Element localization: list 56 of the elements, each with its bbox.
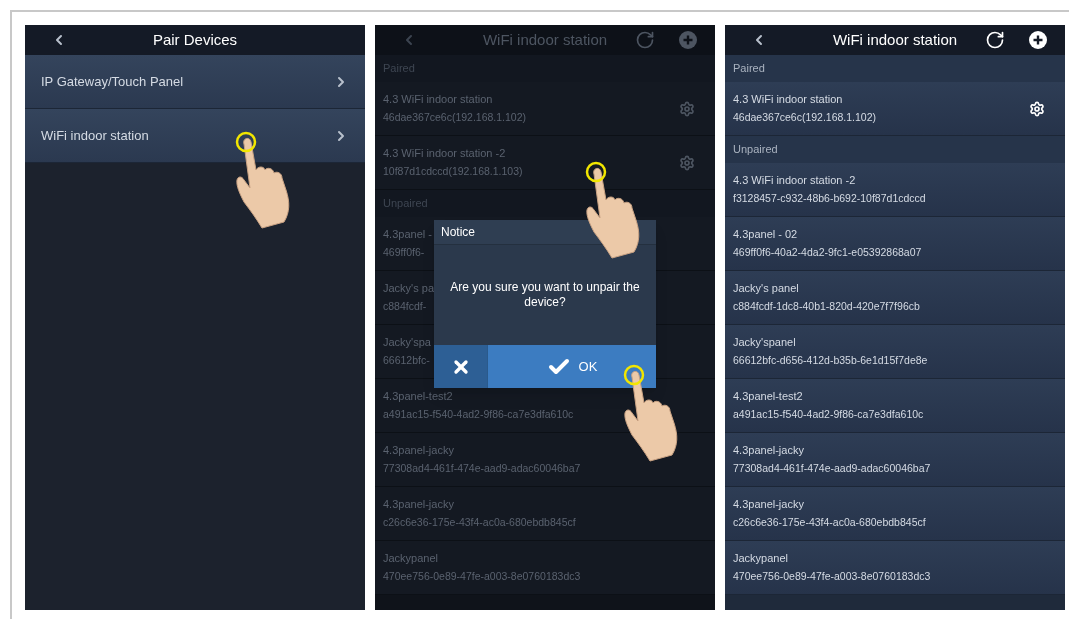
device-name: Jackypanel — [383, 552, 440, 565]
screen-title: Pair Devices — [152, 29, 238, 50]
device-id: a491ac15-f540-4ad2-9f86-ca7e3dfa610c — [733, 408, 924, 421]
menu-item[interactable]: WiFi indoor station — [25, 109, 365, 163]
device-id: 77308ad4-461f-474e-aad9-adac60046ba7 — [733, 462, 931, 475]
device-id: 470ee756-0e89-47fe-a003-8e0760183dc3 — [733, 570, 931, 583]
device-name: 4.3 WiFi indoor station -2 — [383, 147, 507, 160]
device-id: c884fcdf- — [383, 300, 428, 313]
device-name: 4.3 WiFi indoor station — [733, 93, 844, 106]
device-name: 4.3panel-jacky — [383, 444, 455, 457]
device-id: c26c6e36-175e-43f4-ac0a-680ebdb845cf — [733, 516, 926, 529]
device-id: c26c6e36-175e-43f4-ac0a-680ebdb845cf — [383, 516, 576, 529]
device-id: 469ff0f6- — [383, 246, 426, 259]
device-name: 4.3panel-test2 — [733, 390, 804, 403]
menu-item[interactable]: IP Gateway/Touch Panel — [25, 55, 365, 109]
device-row[interactable]: 4.3panel-jacky 77308ad4-461f-474e-aad9-adac60046ba7 — [725, 433, 1065, 487]
add-icon[interactable] — [1029, 31, 1047, 49]
device-name: Jacky's pa — [383, 282, 434, 295]
section-header: Unpaired — [725, 136, 1065, 163]
device-name: Jacky's panel — [733, 282, 800, 295]
device-row[interactable]: 4.3 WiFi indoor station 46dae367ce6c(192.168.1.102) — [725, 82, 1065, 136]
device-name: 4.3 WiFi indoor station -2 — [733, 174, 857, 187]
device-id: c884fcdf-1dc8-40b1-820d-420e7f7f96cb — [733, 300, 920, 313]
device-name: Jacky'spanel — [733, 336, 797, 349]
cancel-button[interactable] — [434, 345, 487, 388]
device-row[interactable]: Jacky's panel c884fcdf-1dc8-40b1-820d-420e7f7f96cb — [725, 271, 1065, 325]
section-header: Paired — [725, 55, 1065, 82]
device-row[interactable]: 4.3 WiFi indoor station -2 f3128457-c932-48b6-b692-10f87d1cdccd — [725, 163, 1065, 217]
device-id: f3128457-c932-48b6-b692-10f87d1cdccd — [733, 192, 926, 205]
device-row[interactable]: 4.3panel-jacky c26c6e36-175e-43f4-ac0a-680ebdb845cf — [725, 487, 1065, 541]
device-id: 46dae367ce6c(192.168.1.102) — [733, 111, 877, 124]
device-id: a491ac15-f540-4ad2-9f86-ca7e3dfa610c — [383, 408, 574, 421]
device-name: 4.3panel-jacky — [733, 498, 805, 511]
device-name: Jacky'spa — [383, 336, 431, 349]
device-id: 469ff0f6-40a2-4da2-9fc1-e05392868a07 — [733, 246, 922, 259]
device-name: Jackypanel — [733, 552, 790, 565]
device-id: 66612bfc-d656-412d-b35b-6e1d15f7de8e — [733, 354, 928, 367]
ok-button[interactable]: OK — [487, 345, 656, 388]
screen-title: WiFi indoor station — [482, 29, 608, 50]
device-name: 4.3panel-test2 — [383, 390, 454, 403]
device-name: 4.3 WiFi indoor station — [383, 93, 494, 106]
device-row[interactable]: Jacky'spanel 66612bfc-d656-412d-b35b-6e1d15f7de8e — [725, 325, 1065, 379]
device-row[interactable]: 4.3panel - 02 469ff0f6-40a2-4da2-9fc1-e05392868a07 — [725, 217, 1065, 271]
device-name: 4.3panel - 02 — [733, 228, 799, 241]
device-row[interactable]: 4.3panel-test2 a491ac15-f540-4ad2-9f86-ca7e3dfa610c — [725, 379, 1065, 433]
device-id: 66612bfc- — [383, 354, 431, 367]
dialog-message: Are you sure you want to unpair the device? — [449, 279, 641, 311]
device-row[interactable]: Jackypanel 470ee756-0e89-47fe-a003-8e0760183dc3 — [725, 541, 1065, 595]
device-id: 46dae367ce6c(192.168.1.102) — [383, 111, 527, 124]
device-id: 77308ad4-461f-474e-aad9-adac60046ba7 — [383, 462, 581, 475]
device-name: 4.3panel-jacky — [733, 444, 805, 457]
device-id: 10f87d1cdccd(192.168.1.103) — [383, 165, 523, 178]
screen-title: WiFi indoor station — [832, 29, 958, 50]
device-id: 470ee756-0e89-47fe-a003-8e0760183dc3 — [383, 570, 581, 583]
device-name: 4.3panel - — [383, 228, 432, 241]
device-name: 4.3panel-jacky — [383, 498, 455, 511]
